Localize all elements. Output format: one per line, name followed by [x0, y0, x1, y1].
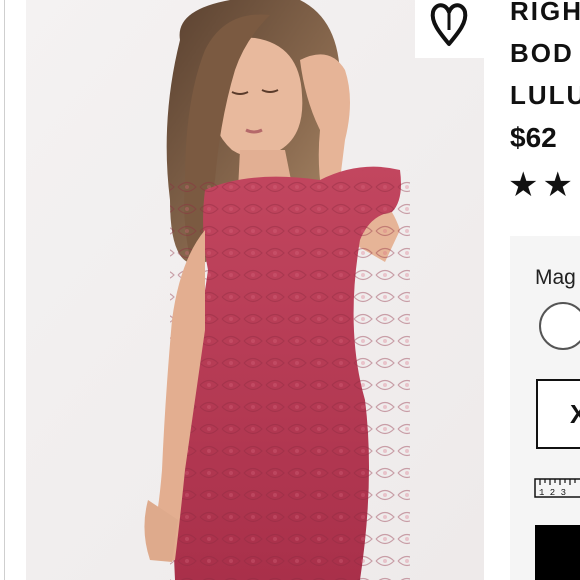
- product-image[interactable]: [0, 0, 484, 580]
- wishlist-button[interactable]: [415, 0, 484, 58]
- color-swatch[interactable]: [539, 302, 580, 350]
- size-option-button[interactable]: X: [536, 379, 580, 449]
- product-title-line-1: RIGH: [510, 0, 580, 26]
- model-illustration: [0, 0, 484, 580]
- heart-icon: [430, 3, 468, 46]
- product-brand[interactable]: LULU: [510, 80, 580, 111]
- product-info-panel: RIGH BOD LULU $62 ★★ Mag X 1 2 3: [484, 0, 580, 580]
- add-to-bag-button[interactable]: [535, 525, 580, 580]
- product-title-line-2: BOD: [510, 38, 574, 68]
- product-price: $62: [510, 122, 557, 153]
- size-option-label: X: [570, 399, 580, 429]
- rating-stars[interactable]: ★★: [508, 168, 577, 202]
- gallery-divider: [4, 0, 5, 580]
- ruler-icon[interactable]: 1 2 3: [534, 476, 580, 500]
- ruler-numbers: 1 2 3: [539, 488, 566, 498]
- color-label: Mag: [535, 266, 576, 289]
